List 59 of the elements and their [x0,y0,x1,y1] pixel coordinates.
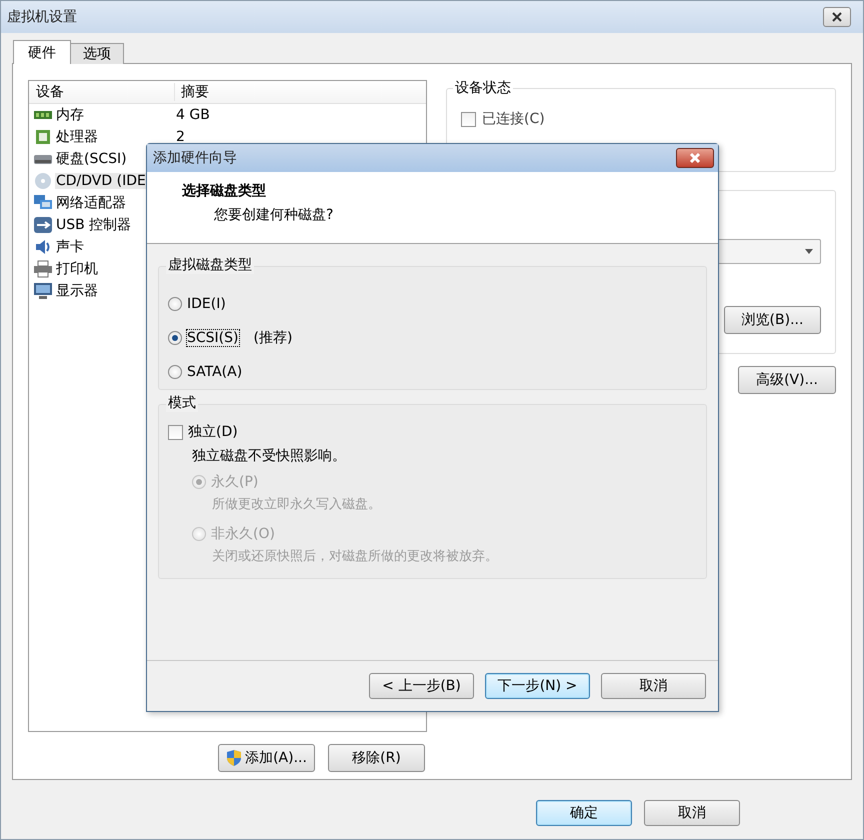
column-header: 设备 [35,83,65,101]
wizard-button[interactable]: 下一步(N) > [485,673,590,699]
device-name[interactable]: USB 控制器 [55,216,132,234]
device-name[interactable]: 显示器 [55,282,99,300]
tab[interactable]: 选项 [70,43,124,64]
radio-label: SATA(A) [187,364,242,380]
close-icon [831,11,843,23]
group-title: 虚拟磁盘类型 [166,256,254,274]
close-button[interactable] [676,148,714,168]
wizard-heading: 选择磁盘类型 [182,182,267,200]
mode-description: 独立磁盘不受快照影响。 [191,447,347,466]
wizard-subheading: 您要创建何种磁盘? [213,206,334,224]
checkbox-label: 独立(D) [188,423,238,441]
radio-label: 永久(P) [211,473,258,491]
tab[interactable]: 硬件 [13,40,71,64]
network-icon [33,194,53,212]
disc-icon [33,172,53,190]
usb-icon [33,216,53,234]
close-button[interactable] [823,7,851,27]
wizard-button[interactable]: < 上一步(B) [369,673,474,699]
radio-label: 非永久(O) [211,525,275,543]
dialog-button[interactable]: 确定 [536,800,632,826]
column-header: 摘要 [174,83,209,101]
device-summary: 4 GB [175,107,210,123]
close-icon [688,152,702,164]
radio-button[interactable] [168,297,182,311]
device-name[interactable]: 处理器 [55,128,99,146]
checkbox[interactable] [461,112,476,126]
device-name[interactable]: 硬盘(SCSI) [55,150,128,168]
group-title: 模式 [166,394,198,412]
radio-button[interactable] [168,365,182,379]
device-summary: 2 [175,129,185,145]
window-title: 虚拟机设置 [7,8,77,26]
processor-icon [33,128,53,146]
radio-button[interactable] [168,331,182,345]
dialog-button[interactable]: 取消 [644,800,740,826]
device-name[interactable]: 内存 [55,106,85,124]
monitor-icon [33,282,53,300]
checkbox[interactable] [168,424,183,440]
advanced-button[interactable]: 高级(V)... [738,366,836,394]
shield-icon [226,749,242,767]
option-description: 关闭或还原快照后，对磁盘所做的更改将被放弃。 [211,548,499,566]
checkbox-label: 已连接(C) [482,110,545,128]
recommended-note: (推荐) [254,329,292,347]
radio-label: IDE(I) [187,296,226,312]
device-name[interactable]: CD/DVD (IDE [55,173,147,189]
printer-icon [33,260,53,278]
device-button[interactable]: 添加(A)... [218,744,315,772]
wizard-button[interactable]: 取消 [601,673,706,699]
device-name[interactable]: 网络适配器 [55,194,127,212]
device-name[interactable]: 声卡 [55,238,85,256]
device-name[interactable]: 打印机 [55,260,99,278]
radio-label: SCSI(S) [187,330,238,346]
dropdown-arrow-icon [804,248,814,254]
group-title: 设备状态 [453,79,513,97]
browse-button[interactable]: 浏览(B)... [724,306,821,334]
dialog-title: 添加硬件向导 [153,149,237,167]
device-button[interactable]: 移除(R) [328,744,425,772]
option-description: 所做更改立即永久写入磁盘。 [211,496,382,514]
